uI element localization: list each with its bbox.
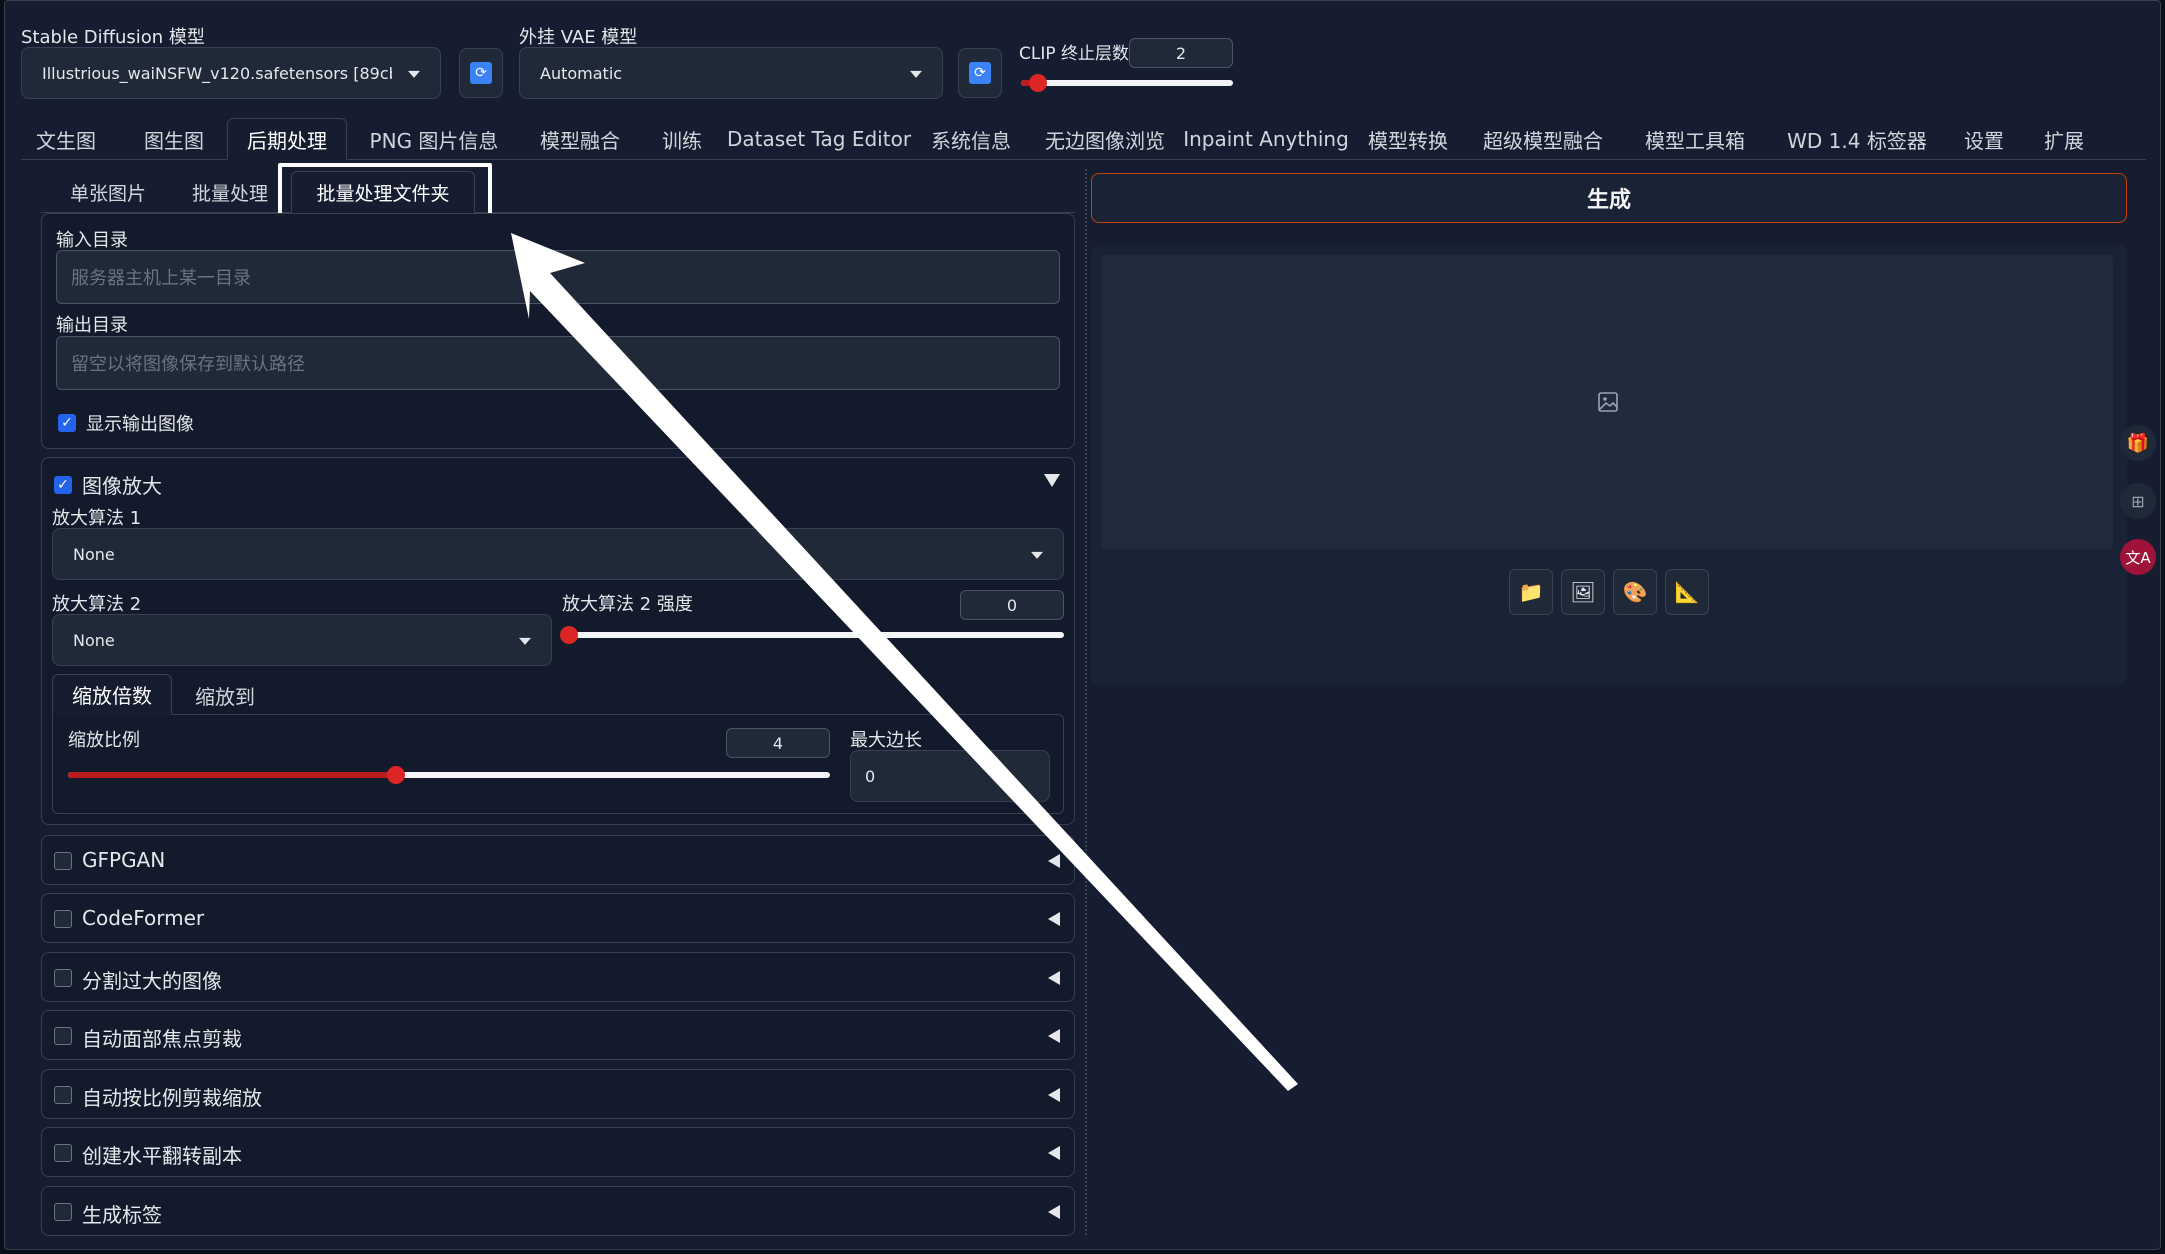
arrow-shape (511, 233, 1298, 1091)
annotation-arrow (511, 233, 1298, 1091)
app-window: Stable Diffusion 模型 Illustrious_waiNSFW_… (4, 0, 2161, 1250)
